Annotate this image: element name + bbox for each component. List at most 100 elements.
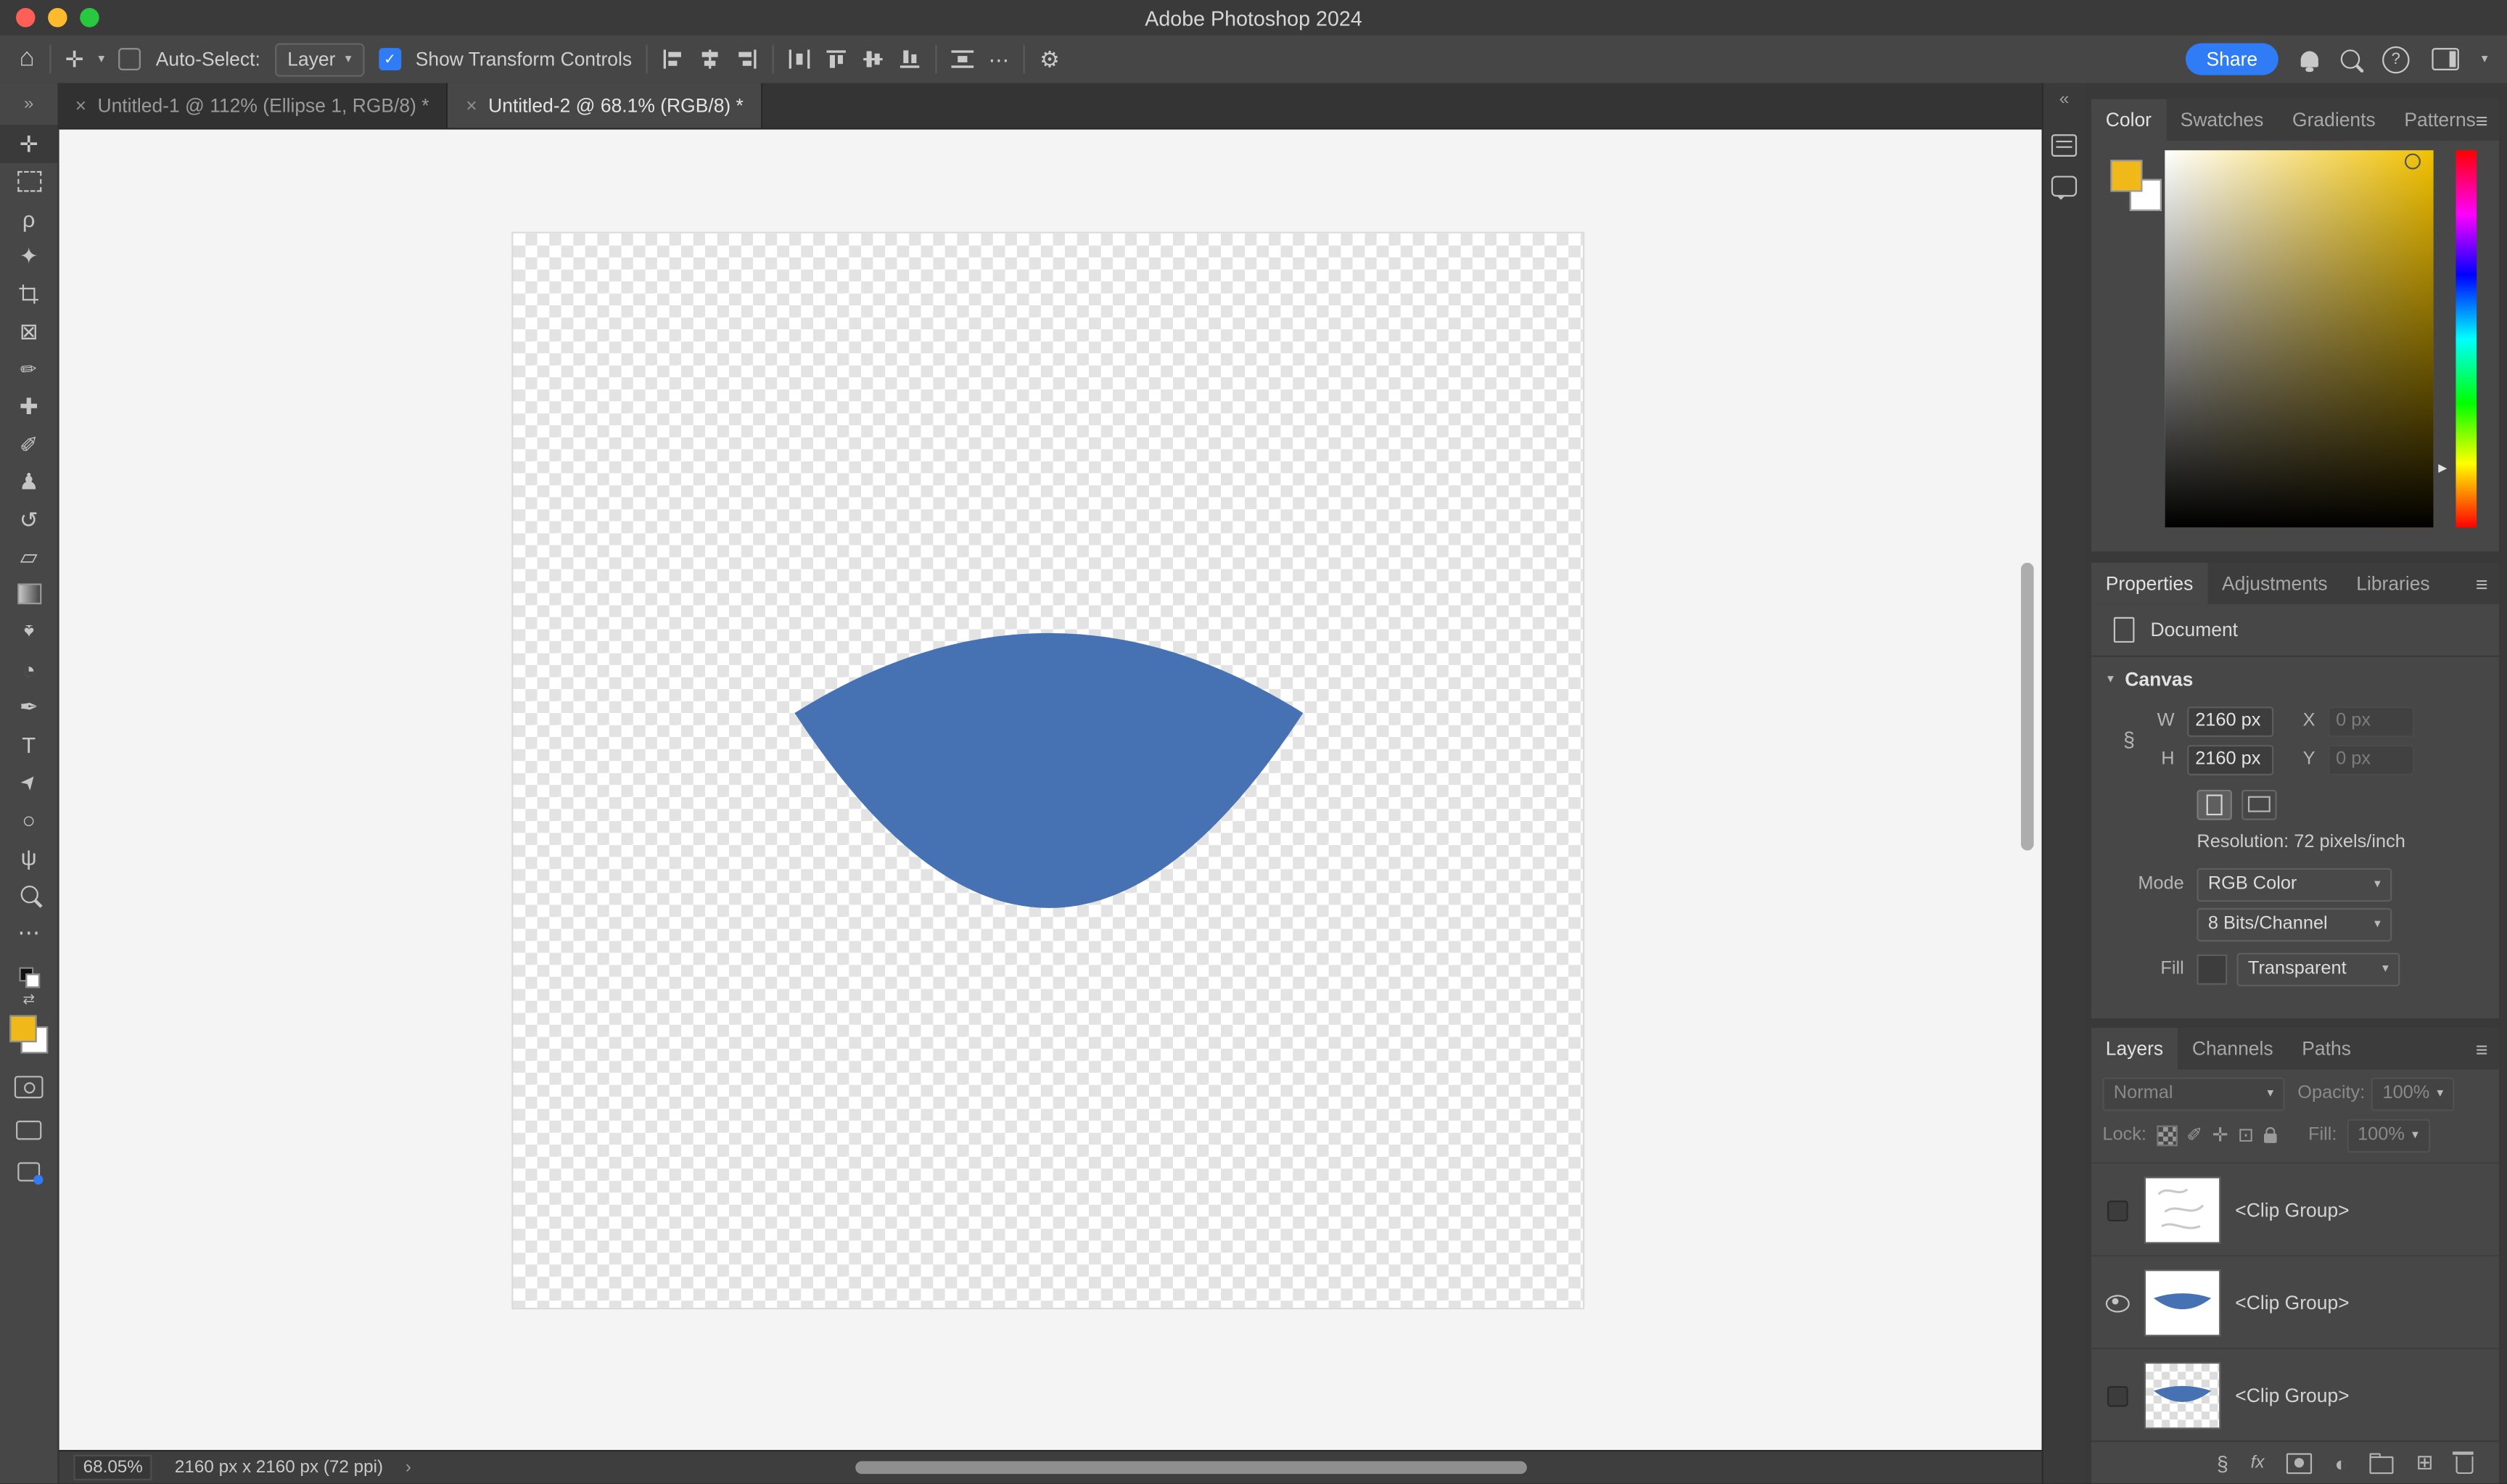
layer-thumbnail[interactable] <box>2146 1271 2219 1335</box>
align-top-icon[interactable] <box>826 49 848 68</box>
share-button[interactable]: Share <box>2186 44 2278 75</box>
height-input[interactable]: 2160 px <box>2187 744 2273 775</box>
crop-tool[interactable] <box>0 275 57 313</box>
visibility-toggle[interactable] <box>2091 1294 2143 1311</box>
bit-depth-dropdown[interactable]: 8 Bits/Channel ▾ <box>2197 907 2392 941</box>
lock-artboard-icon[interactable]: ⊡ <box>2238 1126 2254 1145</box>
eyedropper-tool[interactable]: ✎ <box>0 350 57 388</box>
tab-properties[interactable]: Properties <box>2091 563 2207 604</box>
document-canvas[interactable] <box>514 234 1584 1308</box>
canvas-area[interactable] <box>57 128 2041 1451</box>
help-icon[interactable]: ? <box>2382 46 2409 73</box>
gear-icon[interactable]: ⚙ <box>1040 48 1060 70</box>
visibility-toggle[interactable] <box>2091 1200 2143 1221</box>
zoom-level-field[interactable]: 68.05% <box>73 1455 152 1480</box>
move-tool[interactable]: ✛ <box>0 125 57 162</box>
blue-lens-shape[interactable] <box>794 633 1303 908</box>
notifications-bell-icon[interactable] <box>2301 51 2318 67</box>
tab-swatches[interactable]: Swatches <box>2166 99 2278 141</box>
eraser-tool[interactable]: ▱ <box>0 538 57 576</box>
chevron-down-icon[interactable]: ▾ <box>98 53 104 66</box>
align-left-icon[interactable] <box>662 49 685 68</box>
lasso-tool[interactable]: ρ <box>0 200 57 238</box>
auto-select-target-dropdown[interactable]: Layer ▾ <box>275 42 365 75</box>
marquee-tool[interactable] <box>0 162 57 200</box>
frame-tool[interactable]: ⊠ <box>0 313 57 350</box>
lock-image-icon[interactable]: ✐ <box>2186 1126 2202 1145</box>
distribute-vertical-icon[interactable] <box>952 49 974 68</box>
tab-libraries[interactable]: Libraries <box>2342 563 2444 604</box>
fill-dropdown[interactable]: 100% ▾ <box>2347 1118 2430 1152</box>
link-layers-icon[interactable]: § <box>2217 1451 2228 1475</box>
vertical-scrollbar[interactable] <box>2021 563 2034 851</box>
show-transform-checkbox[interactable]: ✓ <box>379 48 401 70</box>
layer-row[interactable]: <Clip Group> <box>2091 1255 2499 1349</box>
layer-thumbnail[interactable] <box>2146 1178 2219 1242</box>
collapse-tools-icon[interactable]: » <box>0 83 57 125</box>
chevron-down-icon[interactable]: ▾ <box>2482 53 2488 66</box>
x-input[interactable]: 0 px <box>2328 706 2414 736</box>
foreground-color-swatch[interactable] <box>2110 160 2142 191</box>
distribute-horizontal-icon[interactable] <box>789 49 811 68</box>
device-preview-icon[interactable] <box>17 1162 40 1181</box>
layer-effects-icon[interactable]: fx <box>2251 1454 2265 1472</box>
auto-select-checkbox[interactable] <box>119 48 141 70</box>
edit-toolbar-button[interactable]: ⋯ <box>0 914 57 952</box>
close-tab-icon[interactable]: × <box>75 94 86 117</box>
brush-tool[interactable]: ✐ <box>0 425 57 463</box>
canvas-fill-dropdown[interactable]: Transparent ▾ <box>2237 952 2400 986</box>
fullscreen-window-button[interactable] <box>80 8 99 27</box>
tab-layers[interactable]: Layers <box>2091 1028 2178 1069</box>
default-colors-icon[interactable] <box>18 967 39 988</box>
layer-name[interactable]: <Clip Group> <box>2235 1292 2349 1314</box>
blur-tool[interactable]: ♠ <box>0 613 57 651</box>
landscape-orientation-button[interactable] <box>2242 789 2276 820</box>
hue-slider[interactable] <box>2455 150 2477 527</box>
path-selection-tool[interactable]: ➤ <box>0 763 57 801</box>
tab-adjustments[interactable]: Adjustments <box>2207 563 2342 604</box>
color-mode-dropdown[interactable]: RGB Color ▾ <box>2197 867 2392 901</box>
layer-row[interactable]: <Clip Group> <box>2091 1162 2499 1256</box>
opacity-dropdown[interactable]: 100% ▾ <box>2371 1076 2455 1110</box>
minimize-window-button[interactable] <box>48 8 67 27</box>
align-right-icon[interactable] <box>736 49 758 68</box>
canvas-fill-swatch[interactable] <box>2197 954 2227 984</box>
lock-position-icon[interactable]: ✛ <box>2212 1126 2228 1145</box>
align-middle-vertical-icon[interactable] <box>863 49 885 68</box>
section-chevron-icon[interactable]: ▾ <box>2107 673 2114 686</box>
layer-name[interactable]: <Clip Group> <box>2235 1385 2349 1407</box>
tab-paths[interactable]: Paths <box>2287 1028 2365 1069</box>
color-picker-marker[interactable] <box>2405 154 2421 170</box>
document-tab-untitled-1[interactable]: × Untitled-1 @ 112% (Ellipse 1, RGB/8) * <box>57 83 448 128</box>
layer-thumbnail[interactable] <box>2146 1364 2219 1427</box>
layer-name[interactable]: <Clip Group> <box>2235 1199 2349 1221</box>
clone-stamp-tool[interactable]: ♟ <box>0 463 57 500</box>
y-input[interactable]: 0 px <box>2328 744 2414 775</box>
swap-colors-icon[interactable]: ⇄ <box>22 992 35 1009</box>
horizontal-scrollbar[interactable] <box>855 1462 1527 1475</box>
align-center-horizontal-icon[interactable] <box>699 49 722 68</box>
document-tab-untitled-2[interactable]: × Untitled-2 @ 68.1% (RGB/8) * <box>448 83 762 128</box>
home-icon[interactable]: ⌂ <box>19 46 34 72</box>
hue-slider-marker[interactable]: ▶ <box>2438 462 2447 475</box>
panel-menu-icon[interactable]: ≡ <box>2476 99 2488 141</box>
pen-tool[interactable]: ✒ <box>0 688 57 726</box>
zoom-tool[interactable] <box>0 876 57 914</box>
tab-color[interactable]: Color <box>2091 99 2166 141</box>
tab-channels[interactable]: Channels <box>2178 1028 2287 1069</box>
comments-panel-icon[interactable] <box>2051 176 2077 197</box>
expand-panels-icon[interactable]: « <box>2059 83 2070 115</box>
blend-mode-dropdown[interactable]: Normal ▾ <box>2102 1076 2284 1110</box>
hand-tool[interactable]: ψ <box>0 838 57 876</box>
status-chevron-icon[interactable]: › <box>406 1458 411 1477</box>
screen-mode-button[interactable] <box>16 1121 41 1139</box>
quick-mask-button[interactable] <box>15 1076 44 1098</box>
more-options-icon[interactable]: ⋯ <box>989 49 1010 70</box>
portrait-orientation-button[interactable] <box>2197 789 2231 820</box>
new-layer-icon[interactable]: ⊞ <box>2416 1450 2434 1475</box>
healing-brush-tool[interactable]: ✚ <box>0 387 57 425</box>
panel-menu-icon[interactable]: ≡ <box>2476 563 2488 604</box>
new-group-folder-icon[interactable] <box>2370 1456 2394 1474</box>
foreground-color-swatch[interactable] <box>9 1015 36 1042</box>
adjustment-layer-icon[interactable]: ◐ <box>2334 1451 2347 1475</box>
